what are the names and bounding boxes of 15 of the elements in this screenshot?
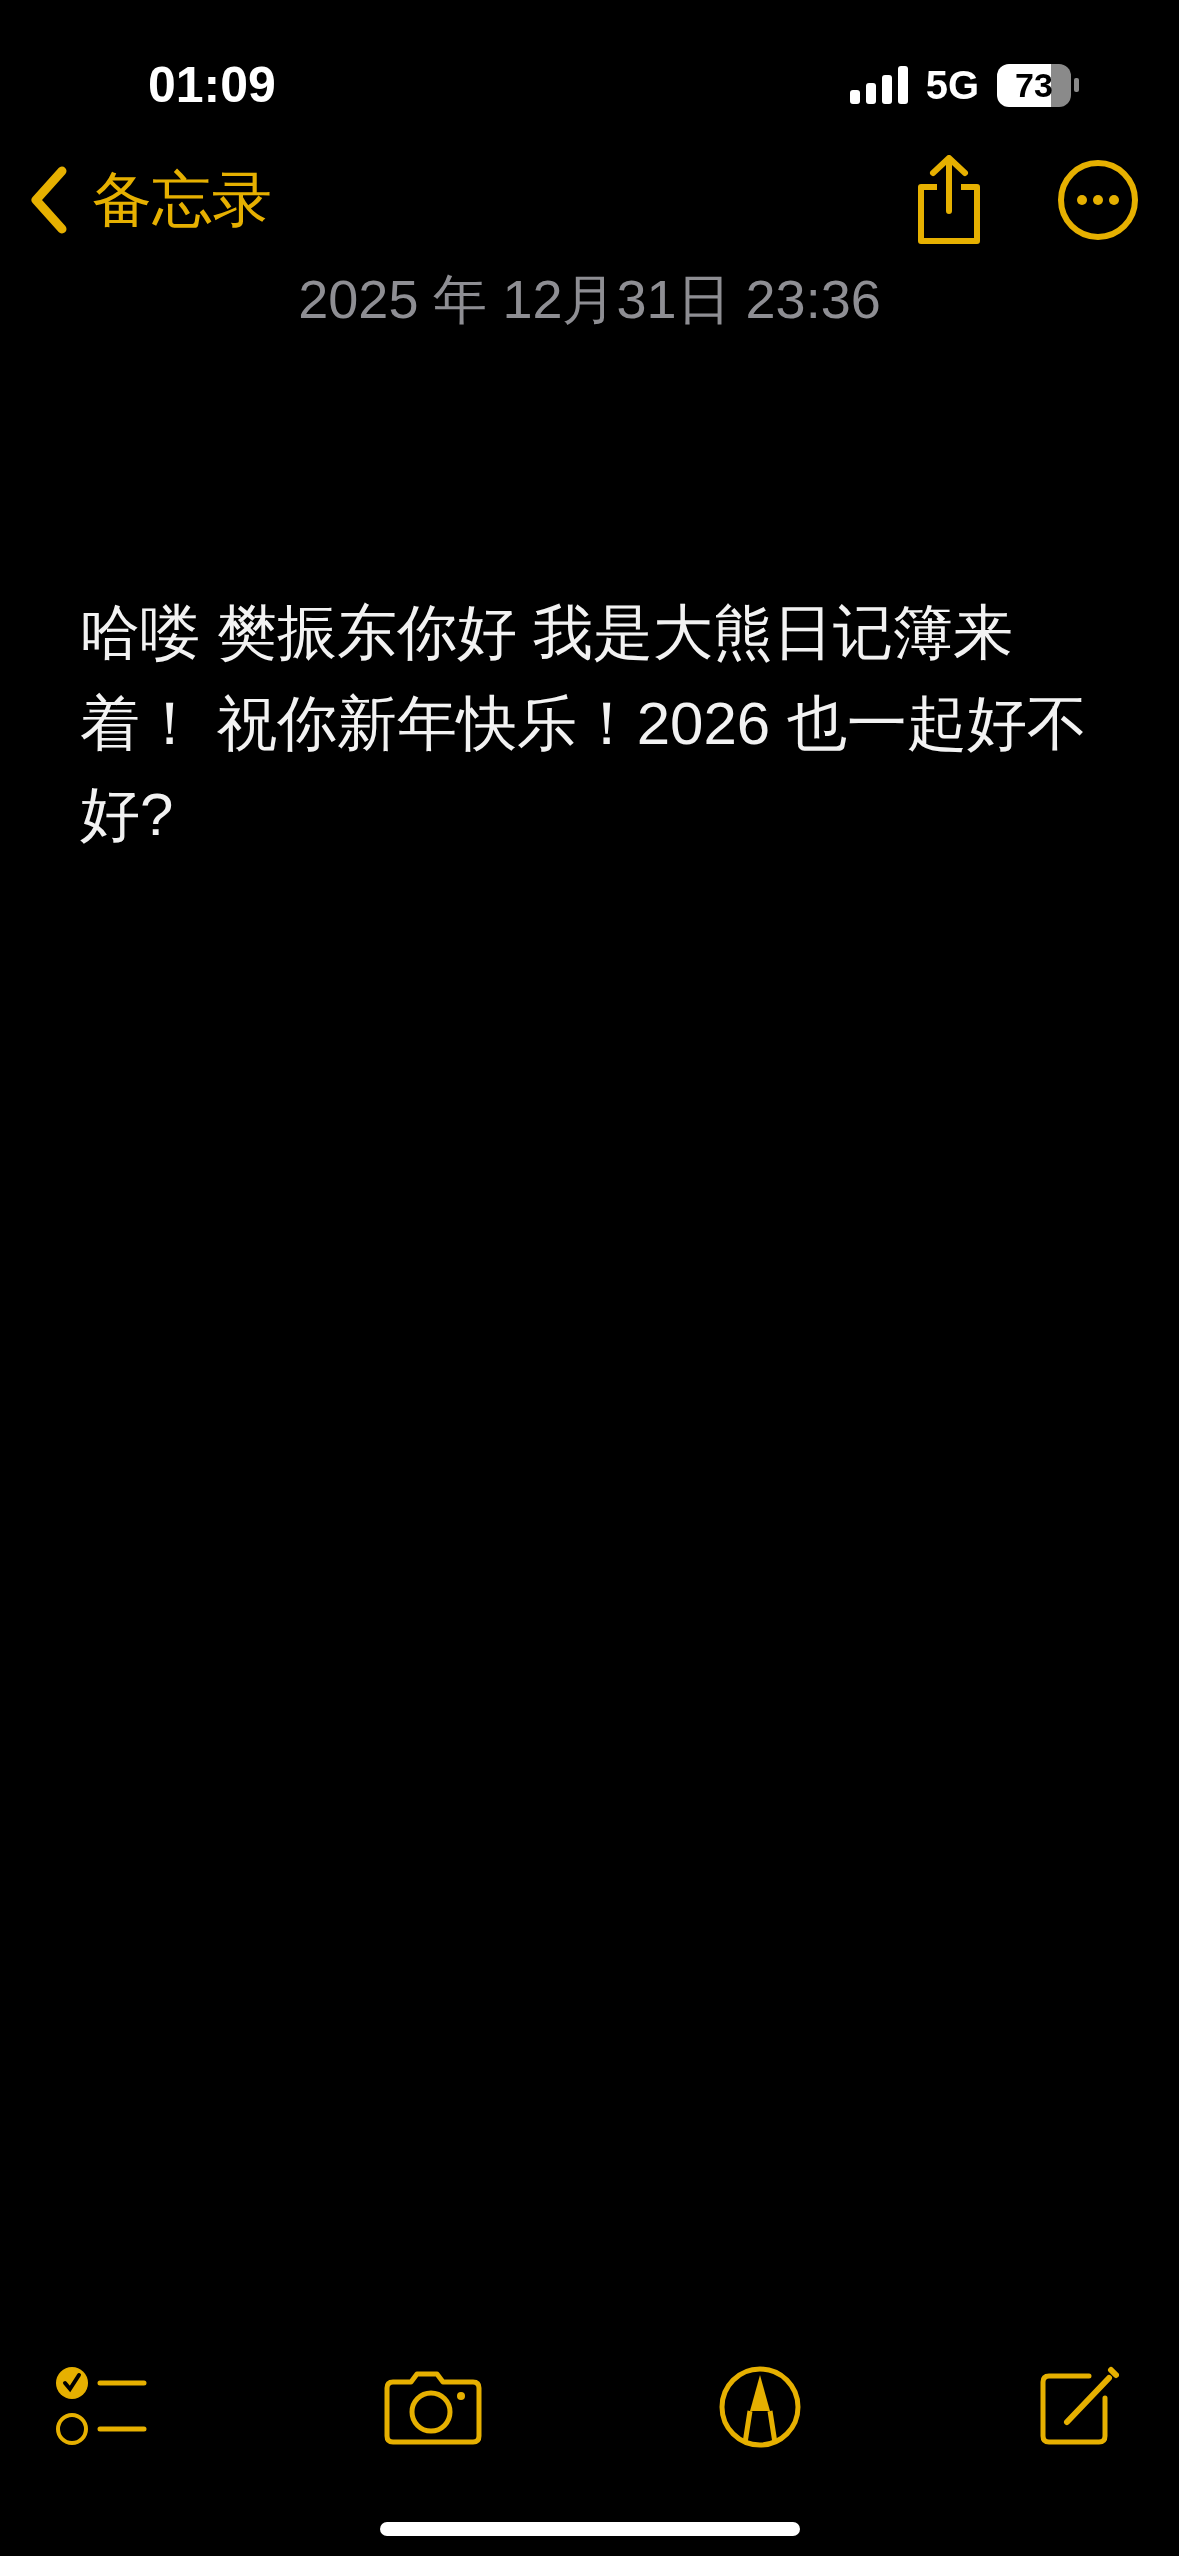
checklist-button[interactable] <box>56 2366 148 2448</box>
more-icon <box>1057 159 1139 241</box>
markup-button[interactable] <box>718 2365 802 2449</box>
battery-tip-icon <box>1074 78 1079 92</box>
battery-level: 73 <box>997 63 1071 107</box>
network-label: 5G <box>925 62 979 108</box>
note-date: 2025 年 12月31日 23:36 <box>297 268 882 331</box>
status-time: 01:09 <box>148 56 276 114</box>
more-button[interactable] <box>1057 159 1139 241</box>
pen-tip-icon <box>718 2365 802 2449</box>
signal-icon <box>849 66 908 104</box>
back-chevron-icon <box>28 165 68 235</box>
note-text: 哈喽 樊振东你好 我是大熊日记簿来着！ 祝你新年快乐！2026 也一起好不好? <box>80 598 1088 850</box>
back-button[interactable]: 备忘录 <box>28 159 272 241</box>
checklist-icon <box>56 2366 148 2448</box>
